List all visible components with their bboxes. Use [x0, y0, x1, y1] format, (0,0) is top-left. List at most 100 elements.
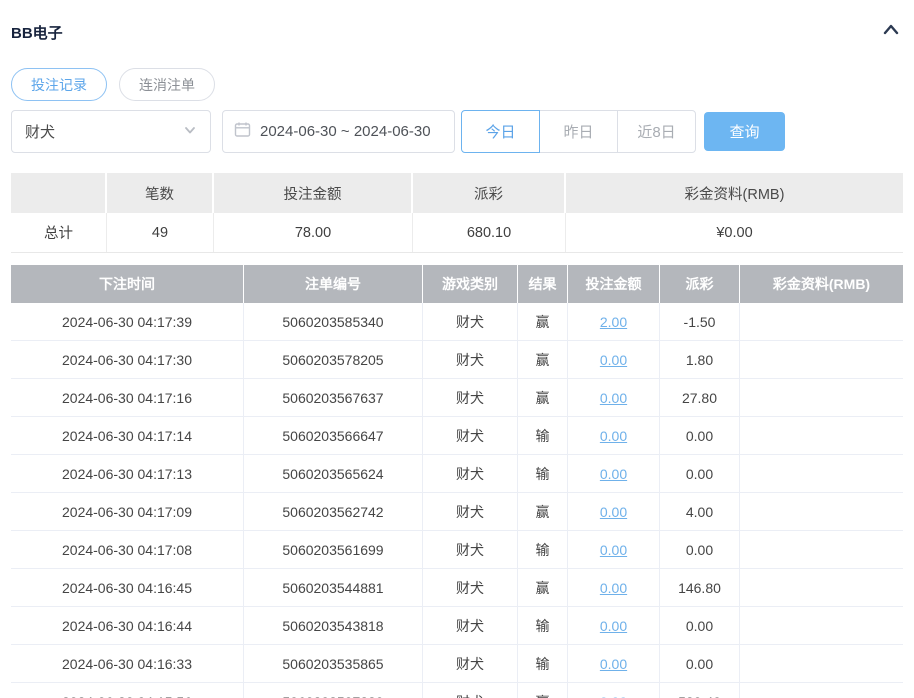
- tab-label: 连消注单: [139, 76, 195, 93]
- table-header-row: 下注时间 注单编号 游戏类别 结果 投注金额 派彩 彩金资料(RMB): [11, 265, 903, 303]
- cell-bet-amount: 0.00: [568, 569, 660, 606]
- bet-amount-link[interactable]: 0.00: [600, 542, 627, 558]
- summary-header-count: 笔数: [107, 173, 214, 213]
- bet-amount-link[interactable]: 0.00: [600, 694, 627, 698]
- cell-bet-amount: 0.00: [568, 379, 660, 416]
- header-payout: 派彩: [660, 265, 740, 303]
- summary-header-bonus: 彩金资料(RMB): [684, 186, 785, 203]
- cell-game-type: 财犬: [423, 531, 518, 568]
- cell-bet-amount: 0.00: [568, 341, 660, 378]
- bet-amount-link[interactable]: 2.00: [600, 314, 627, 330]
- table-row: 2024-06-30 04:17:13 5060203565624 财犬 输 0…: [11, 455, 903, 493]
- summary-payout-value: 680.10: [413, 213, 566, 252]
- bet-amount-link[interactable]: 0.00: [600, 504, 627, 520]
- bet-amount-link[interactable]: 0.00: [600, 618, 627, 634]
- cell-game-type: 财犬: [423, 645, 518, 682]
- table-body: 2024-06-30 04:17:39 5060203585340 财犬 赢 2…: [11, 303, 903, 698]
- cell-result: 输: [518, 607, 568, 644]
- bet-amount-link[interactable]: 0.00: [600, 656, 627, 672]
- today-button[interactable]: 今日: [461, 110, 540, 153]
- yesterday-label: 昨日: [563, 124, 594, 141]
- table-row: 2024-06-30 04:17:08 5060203561699 财犬 输 0…: [11, 531, 903, 569]
- cell-bonus: [740, 303, 903, 340]
- page-title: BB电子: [11, 24, 63, 42]
- cell-game-type: 财犬: [423, 379, 518, 416]
- record-tabs: 投注记录 连消注单: [11, 68, 903, 101]
- cell-game-type: 财犬: [423, 607, 518, 644]
- summary-bet-amount-value: 78.00: [214, 213, 413, 252]
- bet-amount-link[interactable]: 0.00: [600, 428, 627, 444]
- cell-payout: 1.80: [660, 341, 740, 378]
- tab-cancelled-orders[interactable]: 连消注单: [119, 68, 215, 101]
- search-button[interactable]: 查询: [704, 112, 785, 151]
- last-8-days-button[interactable]: 近8日: [617, 110, 696, 153]
- table-row: 2024-06-30 04:17:39 5060203585340 财犬 赢 2…: [11, 303, 903, 341]
- cell-bonus: [740, 493, 903, 530]
- cell-payout: 520.40: [660, 683, 740, 698]
- bet-amount-link[interactable]: 0.00: [600, 352, 627, 368]
- table-row: 2024-06-30 04:16:33 5060203535865 财犬 输 0…: [11, 645, 903, 683]
- bet-amount-link[interactable]: 0.00: [600, 580, 627, 596]
- cell-bet-amount: 0.00: [568, 645, 660, 682]
- table-row: 2024-06-30 04:15:56 5060203507289 财犬 赢 0…: [11, 683, 903, 698]
- tab-bet-records[interactable]: 投注记录: [11, 68, 107, 101]
- quick-date-group: 今日 昨日 近8日: [461, 110, 696, 153]
- cell-bonus: [740, 569, 903, 606]
- cell-bonus: [740, 341, 903, 378]
- collapse-panel-button[interactable]: [879, 20, 903, 44]
- summary-total-row: 总计 49 78.00 680.10 ¥0.00: [11, 213, 903, 253]
- cell-order-id: 5060203585340: [244, 303, 423, 340]
- bet-records-table: 下注时间 注单编号 游戏类别 结果 投注金额 派彩 彩金资料(RMB) 2024…: [11, 265, 903, 698]
- cell-order-id: 5060203535865: [244, 645, 423, 682]
- cell-bet-amount: 0.00: [568, 455, 660, 492]
- yesterday-button[interactable]: 昨日: [539, 110, 618, 153]
- cell-bet-time: 2024-06-30 04:17:09: [11, 493, 244, 530]
- cell-game-type: 财犬: [423, 303, 518, 340]
- cell-order-id: 5060203578205: [244, 341, 423, 378]
- cell-bonus: [740, 379, 903, 416]
- header-order-id: 注单编号: [244, 265, 423, 303]
- cell-result: 赢: [518, 379, 568, 416]
- summary-table: 笔数 投注金额 派彩 彩金资料(RMB) 总计 49 78.00 680.10 …: [11, 173, 903, 253]
- panel-header: BB电子: [11, 20, 903, 44]
- cell-result: 输: [518, 455, 568, 492]
- header-bonus: 彩金资料(RMB): [772, 276, 871, 292]
- cell-payout: 27.80: [660, 379, 740, 416]
- chevron-down-icon: [183, 123, 197, 141]
- cell-payout: -1.50: [660, 303, 740, 340]
- cell-bet-time: 2024-06-30 04:17:16: [11, 379, 244, 416]
- cell-bet-amount: 2.00: [568, 303, 660, 340]
- bb-games-panel: BB电子 投注记录 连消注单 财犬 2024-06-30 ~ 2024-06-3…: [0, 20, 914, 698]
- table-row: 2024-06-30 04:16:44 5060203543818 财犬 输 0…: [11, 607, 903, 645]
- cell-bet-amount: 0.00: [568, 607, 660, 644]
- header-game-type: 游戏类别: [423, 265, 518, 303]
- game-select[interactable]: 财犬: [11, 110, 211, 153]
- bet-amount-link[interactable]: 0.00: [600, 390, 627, 406]
- summary-header-row: 笔数 投注金额 派彩 彩金资料(RMB): [11, 173, 903, 213]
- date-range-picker[interactable]: 2024-06-30 ~ 2024-06-30: [222, 110, 455, 153]
- cell-result: 赢: [518, 683, 568, 698]
- cell-result: 输: [518, 645, 568, 682]
- summary-bonus-value: ¥0.00: [716, 224, 753, 241]
- tab-label: 投注记录: [31, 76, 87, 93]
- cell-order-id: 5060203566647: [244, 417, 423, 454]
- filter-bar: 财犬 2024-06-30 ~ 2024-06-30 今日 昨日 近8日 查询: [11, 110, 903, 153]
- cell-order-id: 5060203561699: [244, 531, 423, 568]
- cell-bet-time: 2024-06-30 04:17:13: [11, 455, 244, 492]
- cell-bet-amount: 0.00: [568, 493, 660, 530]
- cell-result: 输: [518, 417, 568, 454]
- last-8-days-label: 近8日: [637, 124, 676, 141]
- header-bet-amount: 投注金额: [568, 265, 660, 303]
- summary-header-blank: [11, 173, 107, 213]
- cell-result: 赢: [518, 493, 568, 530]
- cell-bet-time: 2024-06-30 04:17:30: [11, 341, 244, 378]
- cell-result: 赢: [518, 569, 568, 606]
- bet-amount-link[interactable]: 0.00: [600, 466, 627, 482]
- cell-game-type: 财犬: [423, 417, 518, 454]
- cell-game-type: 财犬: [423, 493, 518, 530]
- cell-order-id: 5060203565624: [244, 455, 423, 492]
- cell-payout: 4.00: [660, 493, 740, 530]
- summary-count-value: 49: [107, 213, 214, 252]
- cell-order-id: 5060203562742: [244, 493, 423, 530]
- cell-bet-time: 2024-06-30 04:15:56: [11, 683, 244, 698]
